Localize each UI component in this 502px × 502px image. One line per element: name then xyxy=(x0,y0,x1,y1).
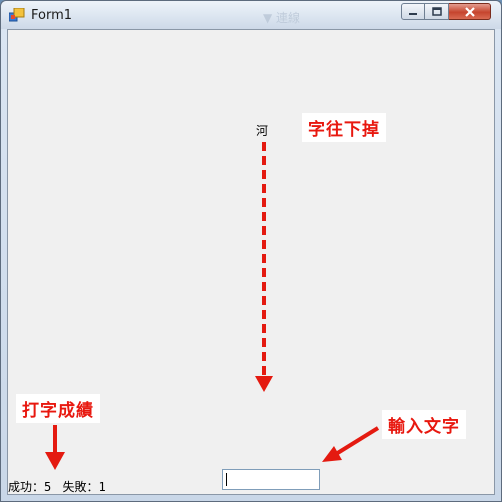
arrow-down-icon xyxy=(255,142,273,392)
arrow-left-icon xyxy=(322,426,380,462)
annotation-arrows xyxy=(45,142,380,470)
arrow-down-icon xyxy=(45,425,65,470)
